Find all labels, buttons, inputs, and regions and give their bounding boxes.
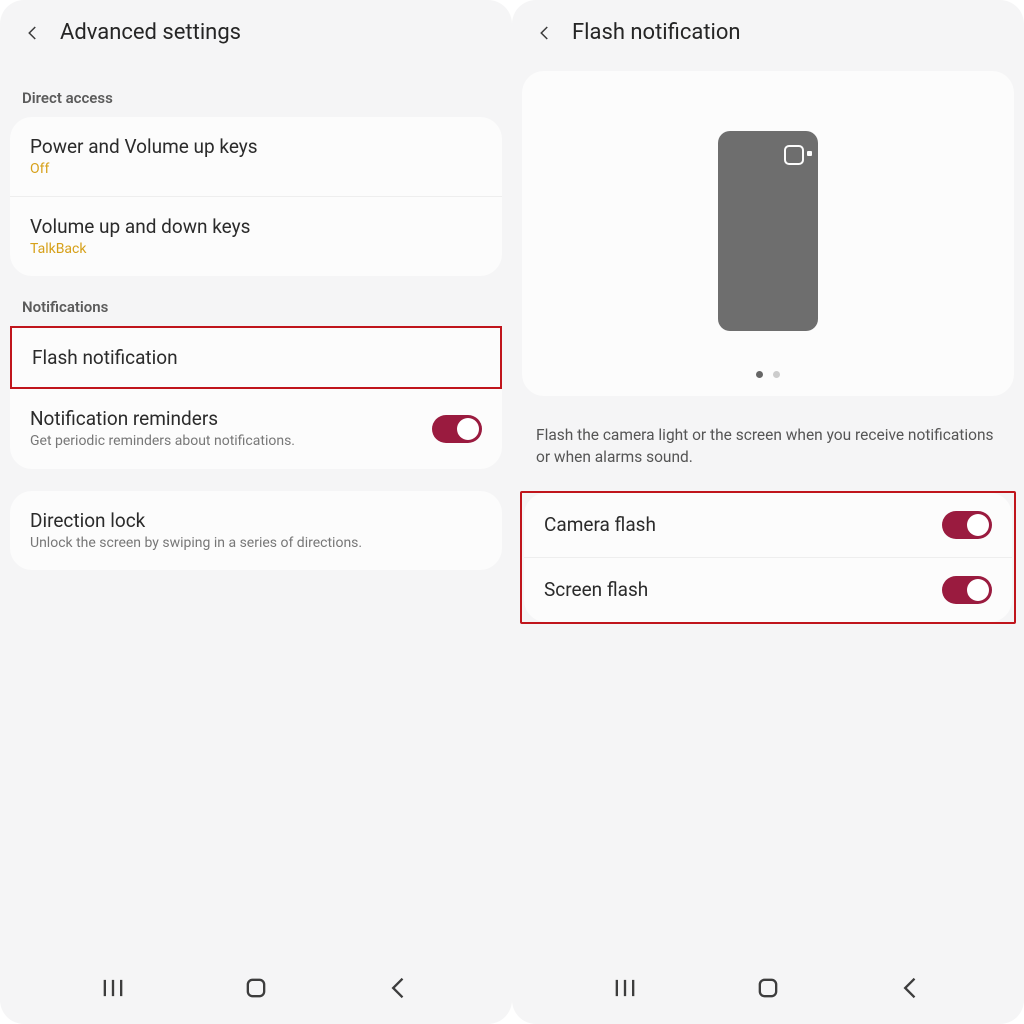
nav-back-icon[interactable]	[385, 974, 413, 1002]
row-volume-up-down[interactable]: Volume up and down keys TalkBack	[10, 196, 502, 276]
row-direction-lock[interactable]: Direction lock Unlock the screen by swip…	[10, 491, 502, 570]
row-flash-notification[interactable]: Flash notification	[12, 328, 500, 387]
toggle-camera-flash[interactable]	[942, 511, 992, 539]
nav-recents-icon[interactable]	[99, 974, 127, 1002]
section-label-direct-access: Direct access	[0, 71, 512, 117]
row-title: Volume up and down keys	[30, 215, 250, 238]
row-title: Flash notification	[32, 346, 178, 369]
row-sub: Unlock the screen by swiping in a series…	[30, 534, 362, 552]
row-sub: Get periodic reminders about notificatio…	[30, 432, 295, 450]
flash-dot-icon	[807, 151, 812, 156]
pager-dots	[756, 371, 780, 378]
row-camera-flash[interactable]: Camera flash	[524, 493, 1012, 557]
pane-flash-notification: Flash notification Flash the camera ligh…	[512, 0, 1024, 1024]
row-title: Direction lock	[30, 509, 362, 532]
nav-back-icon[interactable]	[897, 974, 925, 1002]
appbar-right: Flash notification	[512, 0, 1024, 71]
nav-recents-icon[interactable]	[611, 974, 639, 1002]
highlight-flash-notification: Flash notification	[10, 326, 502, 389]
highlight-flash-toggles: Camera flash Screen flash	[520, 491, 1016, 624]
row-sub: Off	[30, 160, 258, 178]
pane-advanced-settings: Advanced settings Direct access Power an…	[0, 0, 512, 1024]
back-icon[interactable]	[24, 24, 42, 42]
row-title: Screen flash	[544, 578, 648, 601]
camera-icon	[784, 145, 804, 165]
illustration-card	[522, 71, 1014, 396]
row-title: Notification reminders	[30, 407, 295, 430]
nav-bar	[512, 960, 1024, 1024]
row-sub: TalkBack	[30, 240, 250, 258]
nav-bar	[0, 960, 512, 1024]
pager-dot-1[interactable]	[756, 371, 763, 378]
toggle-reminders[interactable]	[432, 415, 482, 443]
description-text: Flash the camera light or the screen whe…	[512, 410, 1024, 491]
nav-home-icon[interactable]	[242, 974, 270, 1002]
card-direction-lock: Direction lock Unlock the screen by swip…	[10, 491, 502, 570]
page-title: Advanced settings	[60, 20, 241, 45]
appbar-left: Advanced settings	[0, 0, 512, 71]
row-power-volume-up[interactable]: Power and Volume up keys Off	[10, 117, 502, 196]
phone-illustration	[718, 131, 818, 331]
back-icon[interactable]	[536, 24, 554, 42]
toggle-screen-flash[interactable]	[942, 576, 992, 604]
row-title: Camera flash	[544, 513, 656, 536]
row-screen-flash[interactable]: Screen flash	[524, 557, 1012, 622]
page-title: Flash notification	[572, 20, 741, 45]
card-notifications: Notification reminders Get periodic remi…	[10, 389, 502, 468]
section-label-notifications: Notifications	[0, 298, 512, 326]
row-notification-reminders[interactable]: Notification reminders Get periodic remi…	[10, 389, 502, 468]
row-title: Power and Volume up keys	[30, 135, 258, 158]
pager-dot-2[interactable]	[773, 371, 780, 378]
card-direct-access: Power and Volume up keys Off Volume up a…	[10, 117, 502, 276]
nav-home-icon[interactable]	[754, 974, 782, 1002]
